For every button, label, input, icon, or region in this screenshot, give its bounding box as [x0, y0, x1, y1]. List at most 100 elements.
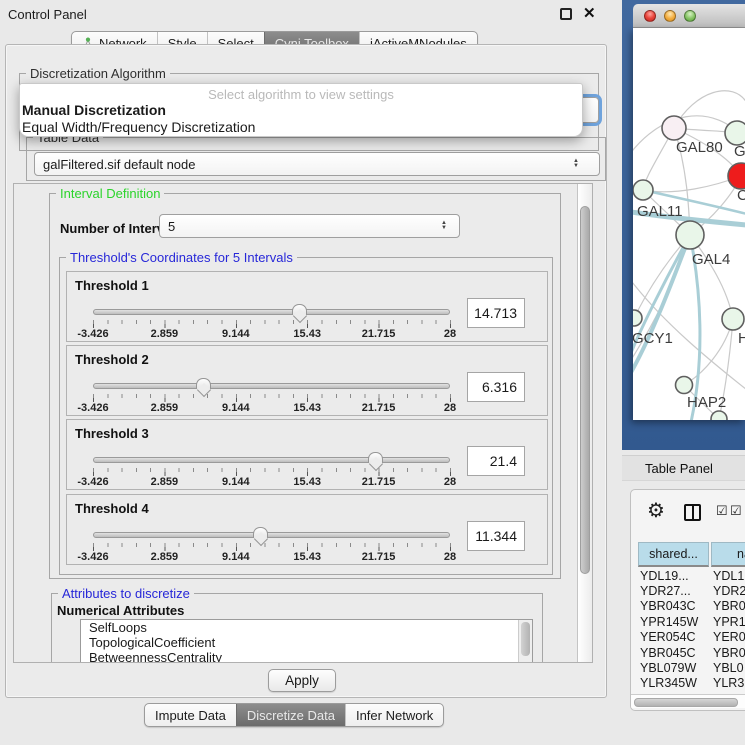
- threshold-slider[interactable]: [93, 378, 450, 394]
- network-node[interactable]: [676, 221, 704, 249]
- slider-thumb[interactable]: [196, 378, 211, 389]
- threshold-label: Threshold 1: [75, 278, 149, 293]
- numerical-attributes-list: SelfLoops TopologicalCoefficient Between…: [80, 619, 533, 663]
- dropdown-item-equal-width-frequency[interactable]: Equal Width/Frequency Discretization: [20, 119, 582, 136]
- network-view-canvas[interactable]: GAL80GACGAL11GAL4GCY1HHAP2: [633, 28, 745, 420]
- scale-tick-label: 2.859: [151, 402, 179, 414]
- checkbox-icon[interactable]: ☑: [730, 503, 742, 519]
- slider-track[interactable]: [93, 383, 450, 389]
- table-row[interactable]: YBR043C YBR0: [631, 599, 745, 614]
- settings-vertical-scrollbar[interactable]: [577, 184, 592, 662]
- algorithm-dropdown-popup: Select algorithm to view settings Manual…: [19, 83, 583, 137]
- cell-name: YPR1: [704, 615, 745, 629]
- network-node[interactable]: [633, 180, 653, 200]
- column-header-shared-name[interactable]: shared...: [638, 542, 709, 567]
- scale-tick-label: 28: [444, 476, 456, 488]
- table-row[interactable]: YLR345W YLR3: [631, 676, 745, 691]
- table-row[interactable]: YBL079W YBL0: [631, 660, 745, 675]
- table-data-group: Table Data galFiltered.sif default node …: [26, 137, 606, 181]
- network-node[interactable]: [722, 308, 744, 330]
- cell-shared-name: YBR043C: [631, 599, 704, 613]
- table-toolbar: ⚙ ☑ ☑: [631, 490, 745, 538]
- tab-discretize-data[interactable]: Discretize Data: [236, 704, 345, 726]
- tab-impute-data[interactable]: Impute Data: [145, 704, 236, 726]
- screen: Control Panel ✕ Network Style Select Cyn…: [0, 0, 745, 745]
- traffic-light-minimize-icon[interactable]: [664, 10, 676, 22]
- scale-tick-label: 15.43: [293, 551, 321, 563]
- node-label: GAL11: [637, 203, 683, 220]
- attribute-list-item[interactable]: SelfLoops: [81, 620, 532, 635]
- threshold-slider[interactable]: [93, 527, 450, 543]
- node-label: H: [738, 330, 745, 347]
- table-data-combobox[interactable]: galFiltered.sif default node ▲▼: [34, 152, 600, 176]
- slider-tick-marks: [93, 394, 451, 402]
- network-node[interactable]: [728, 163, 745, 189]
- numerical-attributes-label: Numerical Attributes: [57, 603, 184, 618]
- scale-tick-label: 2.859: [151, 328, 179, 340]
- network-node[interactable]: [633, 310, 642, 326]
- threshold-value-field[interactable]: 14.713: [467, 298, 525, 328]
- table-row[interactable]: YER054C YER0: [631, 630, 745, 645]
- tab-infer-network-label: Infer Network: [356, 708, 433, 723]
- node-label: GCY1: [633, 330, 673, 347]
- slider-track[interactable]: [93, 532, 450, 538]
- threshold-value-field[interactable]: 6.316: [467, 372, 525, 402]
- slider-tick-marks: [93, 543, 451, 551]
- control-panel-title: Control Panel: [8, 7, 87, 22]
- tab-infer-network[interactable]: Infer Network: [345, 704, 443, 726]
- scrollbar-thumb[interactable]: [580, 206, 590, 574]
- attributes-group: Attributes to discretize Numerical Attri…: [51, 593, 543, 663]
- network-node[interactable]: [725, 121, 745, 145]
- number-of-intervals-combobox[interactable]: 5 ▲▼: [159, 214, 460, 238]
- dropdown-hint: Select algorithm to view settings: [20, 87, 582, 102]
- interval-definition-group-title: Interval Definition: [56, 186, 164, 201]
- attribute-list-item[interactable]: TopologicalCoefficient: [81, 635, 532, 650]
- table-row[interactable]: YDL19... YDL1: [631, 568, 745, 583]
- gear-icon[interactable]: ⚙: [647, 501, 665, 521]
- slider-tick-marks: [93, 468, 451, 476]
- stepper-icon: ▲▼: [573, 159, 579, 169]
- cell-name: YLR3: [704, 676, 744, 690]
- traffic-light-zoom-icon[interactable]: [684, 10, 696, 22]
- traffic-light-close-icon[interactable]: [644, 10, 656, 22]
- threshold-label: Threshold 3: [75, 426, 149, 441]
- slider-scale-labels: -3.4262.8599.14415.4321.71528: [93, 402, 450, 414]
- network-window-titlebar[interactable]: [633, 4, 745, 28]
- table-panel-title: Table Panel: [645, 461, 713, 476]
- network-node[interactable]: [711, 411, 727, 420]
- slider-thumb[interactable]: [292, 304, 307, 315]
- settings-scroll-area: Interval Definition Number of Intervals …: [13, 183, 593, 663]
- scale-tick-label: 21.715: [362, 551, 396, 563]
- slider-track[interactable]: [93, 309, 450, 315]
- table-horizontal-scrollbar[interactable]: [631, 694, 745, 708]
- slider-track[interactable]: [93, 457, 450, 463]
- cell-name: YDL1: [704, 569, 744, 583]
- columns-icon[interactable]: [684, 504, 701, 521]
- threshold-value-field[interactable]: 21.4: [467, 446, 525, 476]
- slider-thumb[interactable]: [253, 527, 268, 538]
- scale-tick-label: 28: [444, 551, 456, 563]
- dropdown-item-manual-discretization[interactable]: Manual Discretization: [20, 102, 582, 119]
- attribute-list-scrollbar[interactable]: [518, 620, 532, 663]
- threshold-slider[interactable]: [93, 452, 450, 468]
- close-window-icon[interactable]: ✕: [583, 4, 596, 22]
- float-window-icon[interactable]: [560, 8, 572, 20]
- table-row[interactable]: YBR045C YBR0: [631, 645, 745, 660]
- threshold-label: Threshold 2: [75, 352, 149, 367]
- table-row[interactable]: YIL052C YIL0: [631, 691, 745, 692]
- checkbox-icon[interactable]: ☑: [716, 503, 728, 519]
- attribute-list-item[interactable]: BetweennessCentrality: [81, 650, 532, 663]
- network-node[interactable]: [676, 377, 693, 394]
- interval-definition-group: Interval Definition Number of Intervals …: [49, 193, 561, 579]
- network-node[interactable]: [662, 116, 686, 140]
- slider-thumb[interactable]: [368, 452, 383, 463]
- table-row[interactable]: YPR145W YPR1: [631, 614, 745, 629]
- apply-button[interactable]: Apply: [268, 669, 336, 692]
- scale-tick-label: 28: [444, 328, 456, 340]
- threshold-value-field[interactable]: 11.344: [467, 521, 525, 551]
- threshold-slider[interactable]: [93, 304, 450, 320]
- column-header-name[interactable]: na: [711, 542, 745, 567]
- table-row[interactable]: YDR27... YDR2: [631, 583, 745, 598]
- scrollbar-thumb[interactable]: [634, 698, 738, 707]
- scale-tick-label: 9.144: [222, 328, 250, 340]
